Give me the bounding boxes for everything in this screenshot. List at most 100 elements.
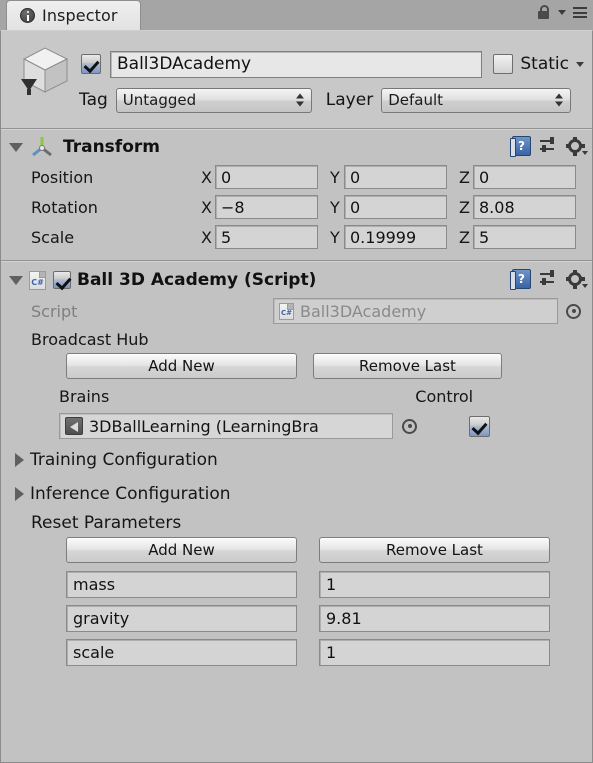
tag-dropdown[interactable]: Untagged — [115, 87, 312, 113]
transform-header[interactable]: Transform ? — [1, 132, 592, 162]
static-dropdown-icon[interactable] — [576, 61, 584, 67]
scale-z-input[interactable]: 5 — [473, 225, 576, 249]
reset-param-value-input[interactable]: 9.81 — [319, 604, 550, 632]
reset-parameter-row: scale 1 — [1, 635, 592, 669]
preset-sliders-icon[interactable] — [540, 270, 558, 288]
info-icon — [20, 8, 35, 23]
transform-foldout-icon[interactable] — [9, 142, 23, 152]
scale-x-input[interactable]: 5 — [215, 225, 318, 249]
rotation-z-input[interactable]: 8.08 — [473, 195, 576, 219]
game-object-header: Ball3DAcademy Static Tag Untagged Layer … — [1, 31, 592, 128]
reset-parameters-buttons: Add New Remove Last — [1, 533, 592, 567]
inference-configuration-label: Inference Configuration — [30, 484, 231, 504]
axis-x-label: X — [201, 197, 212, 217]
lock-icon[interactable] — [538, 5, 551, 20]
script-component-title: Ball 3D Academy (Script) — [77, 270, 317, 290]
updown-arrows-icon — [555, 93, 564, 107]
inference-configuration-foldout-icon[interactable] — [15, 487, 24, 501]
scale-y-input[interactable]: 0.19999 — [344, 225, 447, 249]
broadcast-hub-column-headers: Brains Control — [1, 383, 592, 409]
script-object-value: Ball3DAcademy — [300, 301, 427, 321]
script-enabled-checkbox[interactable] — [53, 271, 71, 289]
burger-menu-icon[interactable] — [573, 7, 587, 18]
reset-param-key-input[interactable]: scale — [66, 638, 297, 666]
script-header-icons: ? — [510, 269, 588, 290]
inspector-window: Inspector Ball3DAcademy Static Tag Untag… — [0, 0, 593, 763]
scale-label: Scale — [31, 227, 75, 247]
rotation-label: Rotation — [31, 197, 98, 217]
static-checkbox[interactable] — [493, 54, 514, 74]
brains-column-label: Brains — [59, 386, 110, 406]
inspector-tab-bar: Inspector — [0, 0, 593, 30]
broadcast-hub-entry-row: 3DBallLearning (LearningBra — [1, 409, 592, 443]
transform-title: Transform — [63, 137, 160, 157]
broadcast-hub-section: Broadcast Hub — [31, 330, 592, 349]
script-foldout-icon[interactable] — [9, 275, 23, 285]
position-label: Position — [31, 167, 94, 187]
brain-control-checkbox[interactable] — [469, 415, 490, 437]
script-field-row: Script C# Ball3DAcademy — [1, 295, 592, 327]
script-label: Script — [31, 301, 78, 321]
rotation-x-input[interactable]: −8 — [215, 195, 318, 219]
layer-dropdown[interactable]: Default — [381, 87, 572, 113]
transform-row-scale: Scale X 5 Y 0.19999 Z 5 — [1, 222, 592, 252]
broadcast-hub-buttons: Add New Remove Last — [1, 349, 592, 383]
reset-parameters-section: Reset Parameters — [31, 513, 592, 533]
tag-value: Untagged — [122, 91, 197, 109]
axis-y-label: Y — [330, 197, 340, 217]
control-column-label: Control — [415, 386, 474, 406]
reset-param-key-input[interactable]: mass — [66, 570, 297, 598]
inspector-panel: Ball3DAcademy Static Tag Untagged Layer … — [0, 30, 593, 763]
updown-arrows-icon — [295, 93, 304, 107]
position-x-input[interactable]: 0 — [215, 165, 318, 189]
gear-icon[interactable] — [566, 136, 588, 156]
object-name-input[interactable]: Ball3DAcademy — [110, 50, 483, 78]
axis-x-label: X — [201, 227, 212, 247]
position-y-input[interactable]: 0 — [344, 165, 447, 189]
inference-configuration-foldout[interactable]: Inference Configuration — [1, 477, 592, 511]
script-object-picker-icon[interactable] — [566, 303, 581, 319]
csharp-script-icon: C# — [279, 302, 294, 320]
reset-param-key-input[interactable]: gravity — [66, 604, 297, 632]
tag-layer-row: Tag Untagged Layer Default — [1, 85, 592, 115]
brain-object-value: 3DBallLearning (LearningBra — [89, 416, 319, 436]
layer-value: Default — [388, 91, 443, 109]
object-enabled-checkbox[interactable] — [81, 54, 101, 74]
reset-add-new-button[interactable]: Add New — [66, 537, 297, 563]
rotation-y-input[interactable]: 0 — [344, 195, 447, 219]
tag-label: Tag — [79, 90, 108, 110]
reset-parameters-title: Reset Parameters — [31, 513, 182, 533]
broadcast-add-new-button[interactable]: Add New — [66, 353, 297, 379]
static-label: Static — [520, 54, 569, 74]
tab-bar-controls — [538, 5, 587, 20]
transform-row-rotation: Rotation X −8 Y 0 Z 8.08 — [1, 192, 592, 222]
broadcast-hub-title: Broadcast Hub — [31, 330, 149, 349]
object-name-row: Ball3DAcademy Static — [81, 49, 584, 79]
reset-parameter-row: gravity 9.81 — [1, 601, 592, 635]
gear-icon[interactable] — [566, 269, 588, 289]
reset-remove-last-button[interactable]: Remove Last — [319, 537, 550, 563]
broadcast-remove-last-button[interactable]: Remove Last — [313, 353, 502, 379]
help-book-icon[interactable]: ? — [510, 269, 531, 290]
brain-object-field[interactable]: 3DBallLearning (LearningBra — [59, 413, 393, 439]
training-configuration-foldout[interactable]: Training Configuration — [1, 443, 592, 477]
static-control: Static — [493, 54, 584, 74]
reset-param-value-input[interactable]: 1 — [319, 638, 550, 666]
help-book-icon[interactable]: ? — [510, 136, 531, 157]
brain-object-picker-icon[interactable] — [402, 418, 417, 434]
transform-row-position: Position X 0 Y 0 Z 0 — [1, 162, 592, 192]
tab-inspector[interactable]: Inspector — [6, 0, 141, 30]
training-configuration-foldout-icon[interactable] — [15, 453, 24, 467]
axis-z-label: Z — [459, 227, 470, 247]
chevron-down-icon[interactable] — [558, 10, 566, 15]
position-z-input[interactable]: 0 — [473, 165, 576, 189]
unity-asset-icon — [65, 417, 83, 435]
script-component-header[interactable]: C# Ball 3D Academy (Script) ? — [1, 265, 592, 295]
axis-y-label: Y — [330, 167, 340, 187]
axis-z-label: Z — [459, 167, 470, 187]
reset-param-value-input[interactable]: 1 — [319, 570, 550, 598]
script-object-field[interactable]: C# Ball3DAcademy — [273, 298, 558, 324]
training-configuration-label: Training Configuration — [30, 450, 218, 470]
tab-inspector-label: Inspector — [42, 6, 118, 25]
preset-sliders-icon[interactable] — [540, 137, 558, 155]
